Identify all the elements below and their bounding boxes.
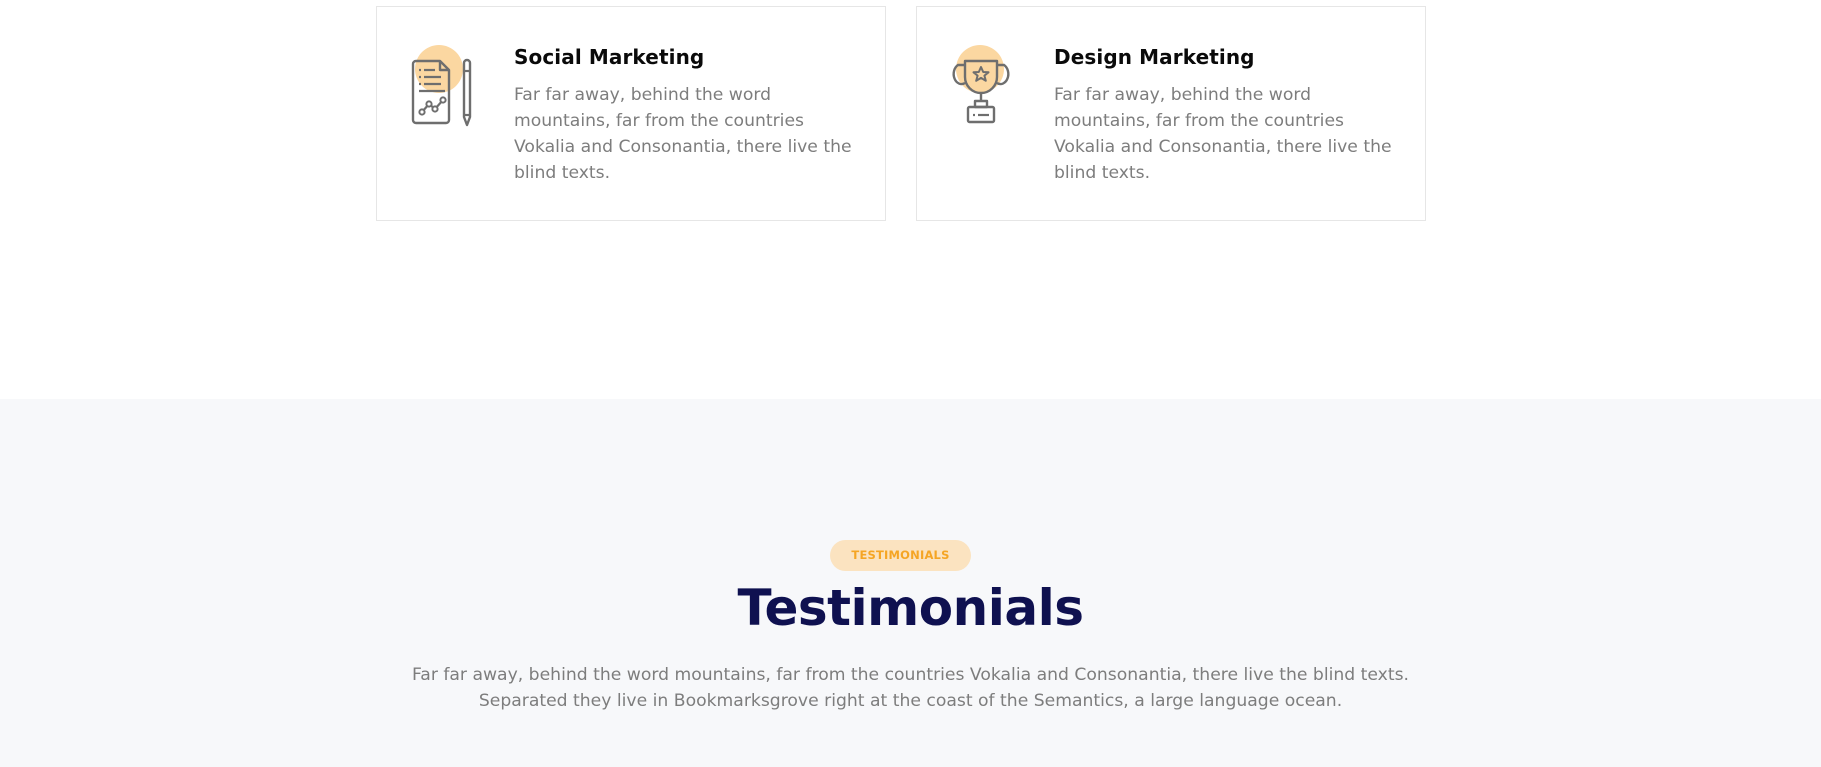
- section-lead-text: Far far away, behind the word mountains,…: [411, 665, 1409, 711]
- section-heading: Testimonials: [737, 579, 1084, 637]
- card-title: Design Marketing: [1054, 45, 1255, 69]
- card-text: Far far away, behind the word mountains,…: [1054, 85, 1392, 183]
- service-card-social-marketing: Social Marketing Far far away, behind th…: [376, 6, 886, 221]
- document-chart-pen-icon: [411, 43, 481, 133]
- services-section: Social Marketing Far far away, behind th…: [0, 0, 1821, 399]
- card-text: Far far away, behind the word mountains,…: [514, 85, 852, 183]
- trophy-icon: [951, 43, 1021, 133]
- service-card-design-marketing: Design Marketing Far far away, behind th…: [916, 6, 1426, 221]
- card-title: Social Marketing: [514, 45, 705, 69]
- testimonials-section: TESTIMONIALS Testimonials Far far away, …: [0, 399, 1821, 767]
- section-badge: TESTIMONIALS: [830, 540, 971, 571]
